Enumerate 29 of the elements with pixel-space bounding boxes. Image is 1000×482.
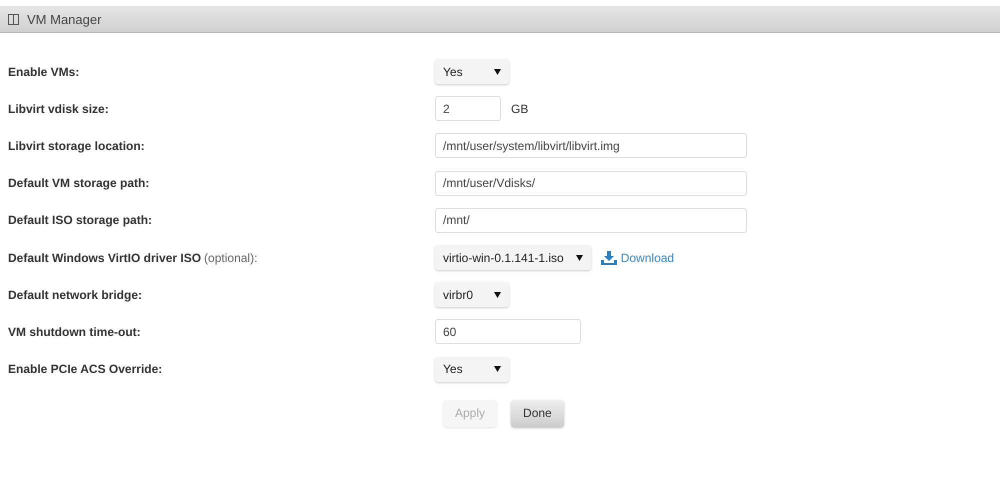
setting-label: Libvirt vdisk size: (8, 102, 109, 116)
setting-label: Default Windows VirtIO driver ISO (8, 250, 202, 265)
input-field[interactable]: /mnt/ (435, 208, 747, 233)
input-field[interactable]: /mnt/user/system/libvirt/libvirt.img (435, 133, 747, 158)
input-field[interactable]: 2 (435, 96, 501, 122)
setting-label: Default network bridge: (8, 288, 142, 302)
caret-icon (576, 254, 583, 261)
unit-label: GB (511, 102, 528, 116)
download-link[interactable]: Download (600, 250, 674, 265)
dropdown[interactable]: virbr0 (435, 282, 509, 308)
setting-label: Libvirt storage location: (8, 138, 145, 153)
panel-title: VM Manager (27, 12, 102, 26)
dropdown[interactable]: virtio-win-0.1.141-1.iso (435, 245, 591, 270)
caret-icon (494, 292, 501, 298)
input-field[interactable]: /mnt/user/Vdisks/ (435, 170, 747, 196)
dropdown[interactable]: Yes (435, 356, 509, 382)
setting-label: Enable PCIe ACS Override: (8, 362, 162, 376)
input-field[interactable]: 60 (435, 319, 581, 344)
download-icon (600, 250, 617, 265)
caret-icon (494, 68, 501, 75)
action-button[interactable]: Done (511, 400, 564, 427)
optional-note: (optional): (204, 250, 258, 265)
setting-label: VM shutdown time-out: (8, 324, 141, 339)
setting-label: Enable VMs: (8, 64, 80, 79)
caret-icon (494, 366, 501, 372)
columns-icon (8, 14, 19, 24)
dropdown[interactable]: Yes (435, 59, 509, 84)
setting-label: Default VM storage path: (8, 176, 150, 190)
setting-label: Default ISO storage path: (8, 213, 152, 228)
